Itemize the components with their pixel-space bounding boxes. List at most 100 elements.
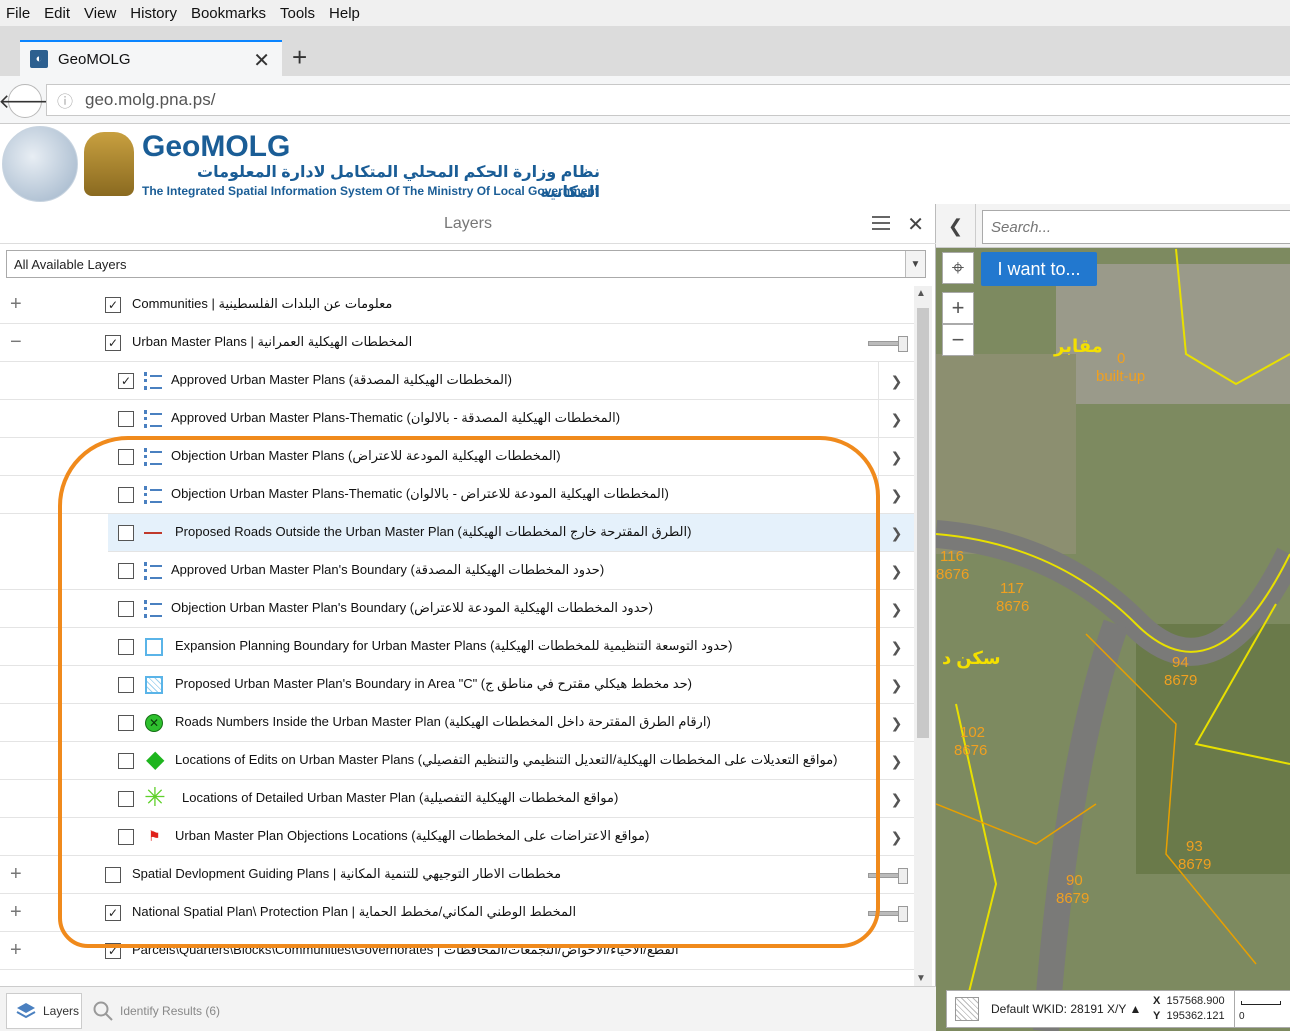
green-x-circle-icon: ✕: [145, 714, 163, 732]
layer-checkbox[interactable]: [118, 487, 134, 503]
scrollbar-thumb[interactable]: [917, 308, 929, 738]
layer-checkbox[interactable]: ✓: [105, 905, 121, 921]
layer-checkbox[interactable]: [118, 677, 134, 693]
map-view[interactable]: ❮ ⌖ + − I want to... مقابر 0 built-up 11…: [936, 204, 1290, 1031]
i-want-to-button[interactable]: I want to...: [981, 252, 1097, 286]
layer-checkbox[interactable]: [118, 525, 134, 541]
close-tab-icon[interactable]: ✕: [253, 48, 270, 73]
sublayer-label: Roads Numbers Inside the Urban Master Pl…: [175, 714, 711, 729]
layer-checkbox[interactable]: ✓: [105, 297, 121, 313]
zoom-in-button[interactable]: +: [942, 292, 974, 324]
chevron-right-icon[interactable]: ❯: [878, 476, 914, 514]
hamburger-menu-icon[interactable]: [872, 216, 890, 230]
layer-checkbox[interactable]: [118, 829, 134, 845]
sublayer-row[interactable]: Objection Urban Master Plans-Thematic (ا…: [0, 476, 914, 514]
browser-tab[interactable]: ◐ GeoMOLG ✕: [20, 40, 282, 76]
address-bar[interactable]: ⓘ geo.molg.pna.ps/: [46, 84, 1290, 116]
sublayer-row[interactable]: Objection Urban Master Plan's Boundary (…: [0, 590, 914, 628]
layer-checkbox[interactable]: [118, 601, 134, 617]
sublayer-row[interactable]: ✓ Approved Urban Master Plans (المخططات …: [0, 362, 914, 400]
chevron-right-icon[interactable]: ❯: [878, 552, 914, 590]
layer-checkbox[interactable]: [118, 753, 134, 769]
menu-edit[interactable]: Edit: [44, 5, 70, 22]
map-label: 8679: [1164, 672, 1198, 689]
sublayer-row[interactable]: ✕ Roads Numbers Inside the Urban Master …: [0, 704, 914, 742]
layer-checkbox[interactable]: [118, 449, 134, 465]
sublayer-row[interactable]: Expansion Planning Boundary for Urban Ma…: [0, 628, 914, 666]
new-tab-button[interactable]: +: [292, 42, 307, 73]
layer-group-row[interactable]: + Spatial Devlopment Guiding Plans | مخط…: [0, 856, 914, 894]
sublayer-row[interactable]: Approved Urban Master Plan's Boundary (ح…: [0, 552, 914, 590]
chevron-right-icon[interactable]: ❯: [878, 780, 914, 818]
chevron-right-icon[interactable]: ❯: [878, 438, 914, 476]
menu-tools[interactable]: Tools: [280, 5, 315, 22]
chevron-right-icon[interactable]: ❯: [878, 818, 914, 856]
coordinate-system-icon[interactable]: [955, 997, 979, 1021]
chevron-right-icon[interactable]: ❯: [878, 514, 914, 552]
layer-group-row[interactable]: + ✓ National Spatial Plan\ Protection Pl…: [0, 894, 914, 932]
tab-layers-label: Layers: [43, 1004, 80, 1018]
layer-list-scrollbar[interactable]: ▲ ▼: [914, 286, 932, 986]
scroll-up-icon[interactable]: ▲: [916, 288, 926, 299]
layer-checkbox[interactable]: [118, 791, 134, 807]
back-arrow-icon[interactable]: 🡐: [0, 84, 52, 118]
search-input[interactable]: [982, 210, 1290, 244]
chevron-right-icon[interactable]: ❯: [878, 400, 914, 438]
coordinate-status-bar: Default WKID: 28191 X/Y ▲ X 157568.900 Y…: [946, 990, 1236, 1028]
map-label: 117: [1000, 580, 1024, 597]
layer-checkbox[interactable]: ✓: [105, 943, 121, 959]
sublayer-row[interactable]: Approved Urban Master Plans-Thematic (ال…: [0, 400, 914, 438]
opacity-slider[interactable]: [868, 868, 908, 884]
chevron-right-icon[interactable]: ❯: [878, 704, 914, 742]
zoom-out-button[interactable]: −: [942, 324, 974, 356]
tab-identify-results[interactable]: Identify Results (6): [92, 993, 220, 1029]
sublayer-row[interactable]: ⚑ Urban Master Plan Objections Locations…: [0, 818, 914, 856]
collapse-panel-icon[interactable]: ❮: [936, 204, 976, 248]
map-label: 102: [960, 724, 986, 741]
info-icon[interactable]: ⓘ: [57, 88, 73, 112]
wkid-label[interactable]: Default WKID: 28191 X/Y ▲: [991, 1002, 1141, 1016]
chevron-right-icon[interactable]: ❯: [878, 666, 914, 704]
map-label: 8676: [996, 598, 1030, 615]
close-panel-icon[interactable]: ✕: [907, 212, 924, 237]
layer-checkbox[interactable]: ✓: [105, 335, 121, 351]
expand-icon[interactable]: +: [10, 293, 22, 316]
expand-icon[interactable]: +: [10, 863, 22, 886]
menu-bookmarks[interactable]: Bookmarks: [191, 5, 266, 22]
expand-icon[interactable]: +: [10, 939, 22, 962]
menu-view[interactable]: View: [84, 5, 116, 22]
sublayer-label: Locations of Edits on Urban Master Plans…: [175, 752, 838, 767]
layer-group-row[interactable]: + ✓ Communities | معلومات عن البلدات الف…: [0, 286, 914, 324]
tab-layers[interactable]: Layers: [6, 993, 82, 1029]
chevron-right-icon[interactable]: ❯: [878, 590, 914, 628]
layer-checkbox[interactable]: [118, 411, 134, 427]
sublayer-row[interactable]: ✳ Locations of Detailed Urban Master Pla…: [0, 780, 914, 818]
menu-help[interactable]: Help: [329, 5, 360, 22]
opacity-slider[interactable]: [868, 336, 908, 352]
menu-file[interactable]: File: [6, 5, 30, 22]
sublayer-row-highlighted[interactable]: Proposed Roads Outside the Urban Master …: [108, 514, 914, 552]
chevron-right-icon[interactable]: ❯: [878, 742, 914, 780]
layer-filter-select[interactable]: All Available Layers ▼: [6, 250, 926, 278]
locate-me-icon[interactable]: ⌖: [942, 252, 974, 284]
layer-checkbox[interactable]: ✓: [118, 373, 134, 389]
chevron-right-icon[interactable]: ❯: [878, 362, 914, 400]
expand-icon[interactable]: +: [10, 901, 22, 924]
layer-checkbox[interactable]: [118, 563, 134, 579]
sublayer-row[interactable]: Proposed Urban Master Plan's Boundary in…: [0, 666, 914, 704]
layer-checkbox[interactable]: [118, 715, 134, 731]
layer-checkbox[interactable]: [105, 867, 121, 883]
sublayer-row[interactable]: ◆ Locations of Edits on Urban Master Pla…: [0, 742, 914, 780]
sublayer-row[interactable]: Objection Urban Master Plans (المخططات ا…: [0, 438, 914, 476]
chevron-right-icon[interactable]: ❯: [878, 628, 914, 666]
collapse-icon[interactable]: −: [10, 331, 22, 354]
map-label: 8679: [1178, 856, 1212, 873]
layer-checkbox[interactable]: [118, 639, 134, 655]
x-label: X: [1153, 995, 1161, 1007]
scroll-down-icon[interactable]: ▼: [916, 973, 926, 984]
layer-group-row[interactable]: + ✓ Parcels\Quarters\Blocks\Communities\…: [0, 932, 914, 970]
menu-history[interactable]: History: [130, 5, 177, 22]
opacity-slider[interactable]: [868, 906, 908, 922]
layer-group-row[interactable]: − ✓ Urban Master Plans | المخططات الهيكل…: [0, 324, 914, 362]
chevron-down-icon[interactable]: ▼: [905, 251, 925, 277]
